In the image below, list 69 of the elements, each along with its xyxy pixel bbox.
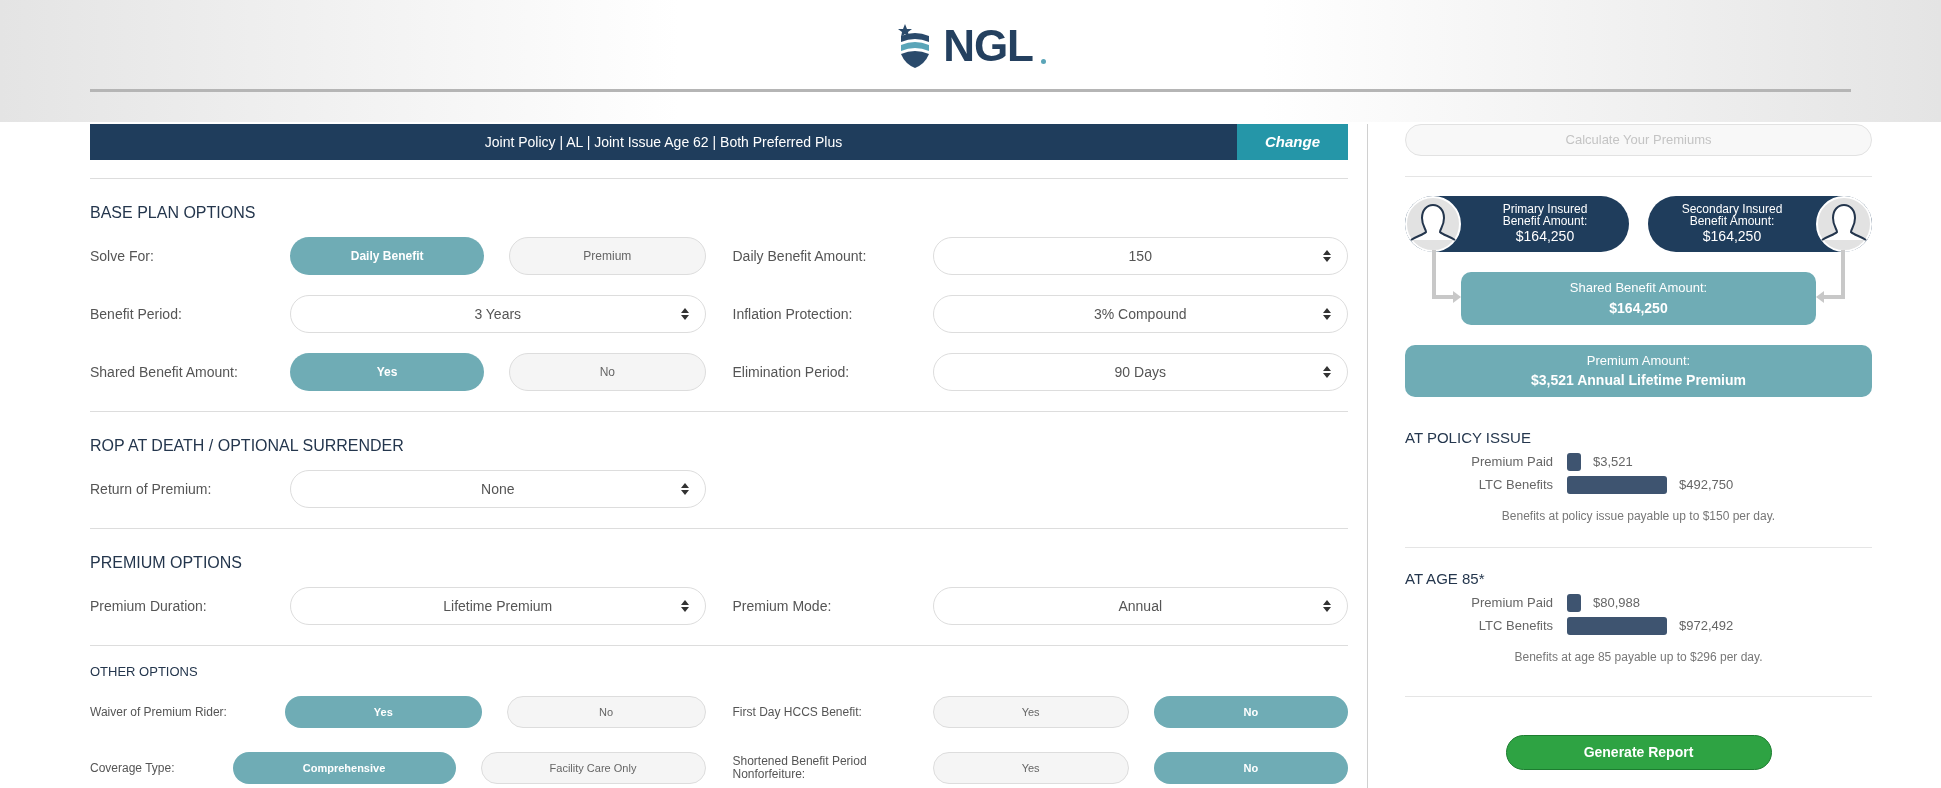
dropdown-field[interactable]: Lifetime Premium (290, 587, 706, 625)
dropdown-field[interactable]: 90 Days (932, 353, 1348, 391)
section-heading: ROP AT DEATH / OPTIONAL SURRENDER (90, 436, 405, 456)
field-label: Solve For: (90, 246, 155, 266)
insured-label: Primary Insured Benefit Amount: (1501, 203, 1589, 227)
bar-value: $80,988 (1593, 593, 1640, 612)
bar-label: Premium Paid (1470, 452, 1553, 471)
person-avatar-icon (1405, 196, 1461, 252)
bar-icon (1567, 452, 1581, 471)
field-label: Premium Mode: (732, 596, 833, 616)
bar-label: LTC Benefits (1477, 616, 1553, 635)
field-label: Return of Premium: (90, 479, 213, 499)
generate-report-button[interactable]: Generate Report (1505, 735, 1772, 770)
sort-icon (1323, 600, 1331, 612)
field-label: Coverage Type: (90, 760, 175, 777)
bar-label: Premium Paid (1470, 593, 1553, 612)
premium-amount: $3,521 Annual Lifetime Premium (1531, 371, 1746, 391)
brand-logo: NGL (943, 24, 1033, 68)
field-label: Waiver of Premium Rider: (90, 704, 227, 721)
comparison-heading: AT POLICY ISSUE (1405, 429, 1532, 447)
connector-arrow (1816, 250, 1846, 306)
option-button[interactable]: Facility Care Only (480, 752, 706, 784)
benefit-note: Benefits at policy issue payable up to $150 per day. (1500, 508, 1777, 525)
bar-value: $3,521 (1593, 452, 1633, 471)
bar-label: LTC Benefits (1477, 475, 1553, 494)
sort-icon (680, 308, 689, 320)
bar-value: $492,750 (1679, 475, 1734, 494)
shared-amount: $164,250 (1609, 298, 1668, 318)
field-label: First Day HCCS Benefit: (732, 705, 863, 719)
premium-label: Premium Amount: (1586, 351, 1691, 370)
comparison-heading: AT AGE 85* (1405, 570, 1486, 588)
dropdown-field[interactable]: 3% Compound (932, 295, 1348, 333)
option-button[interactable]: Yes (932, 752, 1129, 784)
option-button[interactable]: No (506, 696, 706, 728)
option-button[interactable]: Premium (509, 237, 706, 275)
field-label: Inflation Protection: (732, 304, 854, 324)
field-label: Shortened Benefit Period Nonforfeiture: (732, 755, 868, 781)
change-button[interactable]: Change (1237, 124, 1348, 160)
sort-icon (680, 483, 689, 495)
person-avatar-icon (1816, 196, 1872, 252)
dropdown-field[interactable]: None (290, 470, 706, 508)
bar-value: $972,492 (1679, 616, 1734, 635)
field-label: Premium Duration: (90, 596, 208, 616)
connector-arrow (1431, 250, 1461, 306)
sort-icon (680, 600, 689, 612)
field-label: Elimination Period: (732, 362, 851, 382)
dropdown-field[interactable]: Annual (932, 587, 1348, 625)
section-heading: PREMIUM OPTIONS (90, 553, 243, 573)
section-heading: OTHER OPTIONS (90, 664, 199, 680)
bar-icon (1567, 616, 1667, 635)
field-label: Shared Benefit Amount: (90, 362, 239, 382)
field-label: Daily Benefit Amount: (732, 246, 868, 266)
dropdown-field[interactable]: 150 (932, 237, 1348, 275)
option-button[interactable]: Yes (932, 696, 1129, 728)
option-button[interactable]: No (509, 353, 706, 391)
sort-icon (1323, 308, 1331, 320)
field-label: Benefit Period: (90, 304, 183, 324)
sort-icon (1323, 366, 1331, 378)
section-heading: BASE PLAN OPTIONS (90, 203, 257, 223)
policy-summary: Joint Policy | AL | Joint Issue Age 62 | Both Preferred Plus (483, 132, 844, 152)
dropdown-field[interactable]: 3 Years (290, 295, 706, 333)
insured-amount: $164,250 (1702, 227, 1762, 245)
bar-icon (1567, 593, 1581, 612)
shared-label: Shared Benefit Amount: (1569, 279, 1708, 298)
bar-icon (1567, 475, 1667, 494)
sort-icon (1323, 250, 1331, 262)
insured-label: Secondary Insured Benefit Amount: (1680, 203, 1784, 227)
benefit-note: Benefits at age 85 payable up to $296 per day. (1513, 649, 1764, 666)
insured-amount: $164,250 (1515, 227, 1575, 245)
